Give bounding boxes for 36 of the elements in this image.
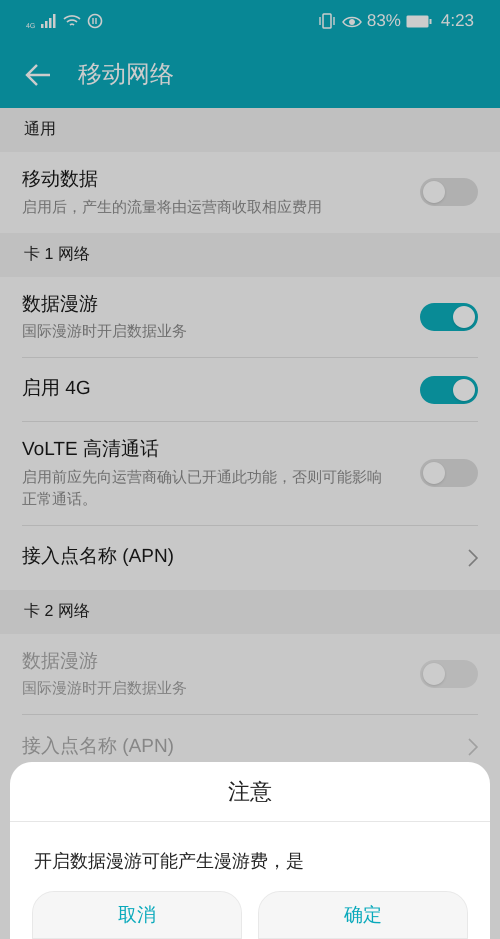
settings-row[interactable]: 启用 4G	[22, 358, 478, 422]
setting-description: 国际漫游时开启数据业务	[22, 679, 187, 699]
setting-title: 接入点名称 (APN)	[22, 545, 174, 570]
setting-title: 移动数据	[22, 168, 99, 192]
clock-time: 4:23	[440, 10, 474, 32]
wifi-icon	[63, 14, 82, 28]
settings-row[interactable]: 移动数据 启用后，产生的流量将由运营商收取相应费用	[22, 152, 478, 232]
toggle-switch[interactable]	[420, 459, 478, 488]
chevron-icon	[468, 738, 478, 756]
dialog-message: 开启数据漫游可能产生漫游费，是	[34, 851, 304, 871]
section-header: 卡 1 网络	[24, 244, 90, 264]
toggle-switch[interactable]	[420, 178, 478, 206]
section-header: 通用	[24, 120, 56, 140]
settings-row[interactable]: VoLTE 高清通话 启用前应先向运营商确认已开通此功能，否则可能影响正常通话。	[22, 422, 478, 526]
settings-row[interactable]: 接入点名称 (APN)	[22, 526, 478, 590]
battery-icon	[406, 14, 432, 28]
setting-description: 启用后，产生的流量将由运营商收取相应费用	[22, 198, 322, 218]
back-arrow-icon[interactable]	[24, 63, 52, 87]
setting-title: 接入点名称 (APN)	[22, 734, 174, 759]
dialog-title: 注意	[228, 778, 272, 806]
setting-title: 数据漫游	[22, 292, 99, 316]
setting-title: 数据漫游	[22, 650, 99, 674]
toggle-switch[interactable]	[420, 302, 478, 331]
section-header: 卡 2 网络	[24, 602, 90, 622]
signal-icon	[41, 14, 58, 28]
vibrate-icon	[316, 13, 337, 29]
toggle-switch[interactable]	[420, 376, 478, 404]
setting-description: 国际漫游时开启数据业务	[22, 322, 187, 342]
setting-title: VoLTE 高清通话	[22, 438, 160, 462]
chevron-icon	[468, 548, 478, 566]
page-title: 移动网络	[78, 60, 174, 90]
setting-description: 启用前应先向运营商确认已开通此功能，否则可能影响正常通话。	[22, 468, 383, 510]
setting-title: 启用 4G	[22, 377, 91, 402]
eye-icon	[342, 14, 362, 28]
settings-row[interactable]: 数据漫游 国际漫游时开启数据业务	[22, 276, 478, 358]
battery-percent: 83%	[366, 10, 401, 32]
